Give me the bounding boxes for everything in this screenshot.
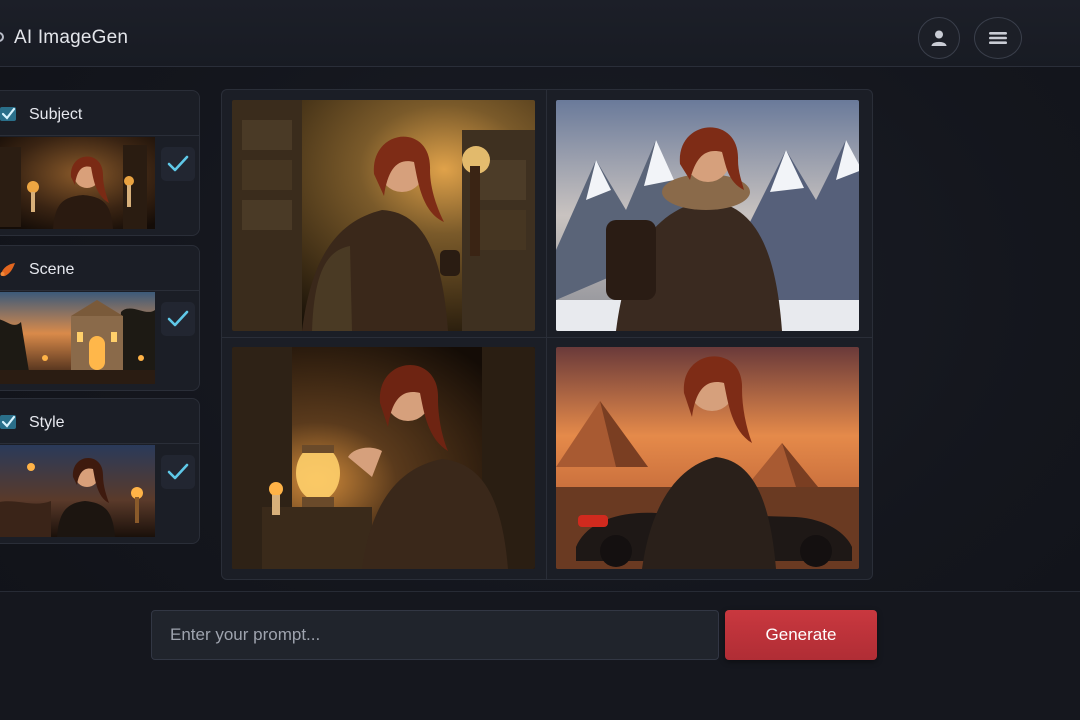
gallery-divider xyxy=(222,337,872,338)
checkmark-icon xyxy=(167,463,189,480)
sidebar-card-header: Scene xyxy=(0,246,199,291)
logo-icon xyxy=(0,32,4,42)
generated-image-4[interactable] xyxy=(556,347,859,569)
generate-button[interactable]: Generate xyxy=(725,610,877,660)
scene-thumbnail[interactable] xyxy=(0,292,155,384)
user-icon xyxy=(931,30,947,46)
sidebar-card-header: Subject xyxy=(0,91,199,136)
checkbox-icon[interactable] xyxy=(0,414,17,430)
sidebar-item-label: Style xyxy=(29,414,65,431)
checkmark-icon xyxy=(167,155,189,172)
menu-button[interactable] xyxy=(974,17,1022,59)
sidebar-card-scene[interactable]: Scene xyxy=(0,245,200,391)
sidebar-card-header: Style xyxy=(0,399,199,444)
app-title: AI ImageGen xyxy=(14,27,129,48)
hamburger-menu-icon xyxy=(989,32,1007,44)
sidebar-card-style[interactable]: Style xyxy=(0,398,200,544)
checkbox-icon[interactable] xyxy=(0,106,17,122)
image-gallery xyxy=(221,89,873,580)
sidebar-item-label: Scene xyxy=(29,261,75,278)
style-selected-check[interactable] xyxy=(161,455,195,489)
sidebar-card-subject[interactable]: Subject xyxy=(0,90,200,236)
gallery-divider xyxy=(546,90,547,579)
style-thumbnail[interactable] xyxy=(0,445,155,537)
scene-selected-check[interactable] xyxy=(161,302,195,336)
app-header: AI ImageGen xyxy=(0,0,1080,67)
subject-thumbnail[interactable] xyxy=(0,137,155,229)
sidebar-item-label: Subject xyxy=(29,106,83,123)
paint-brush-icon[interactable] xyxy=(0,261,17,277)
generated-image-1[interactable] xyxy=(232,100,535,331)
subject-selected-check[interactable] xyxy=(161,147,195,181)
user-profile-button[interactable] xyxy=(918,17,960,59)
generated-image-2[interactable] xyxy=(556,100,859,331)
generated-image-3[interactable] xyxy=(232,347,535,569)
prompt-input[interactable] xyxy=(151,610,719,660)
checkmark-icon xyxy=(167,310,189,327)
